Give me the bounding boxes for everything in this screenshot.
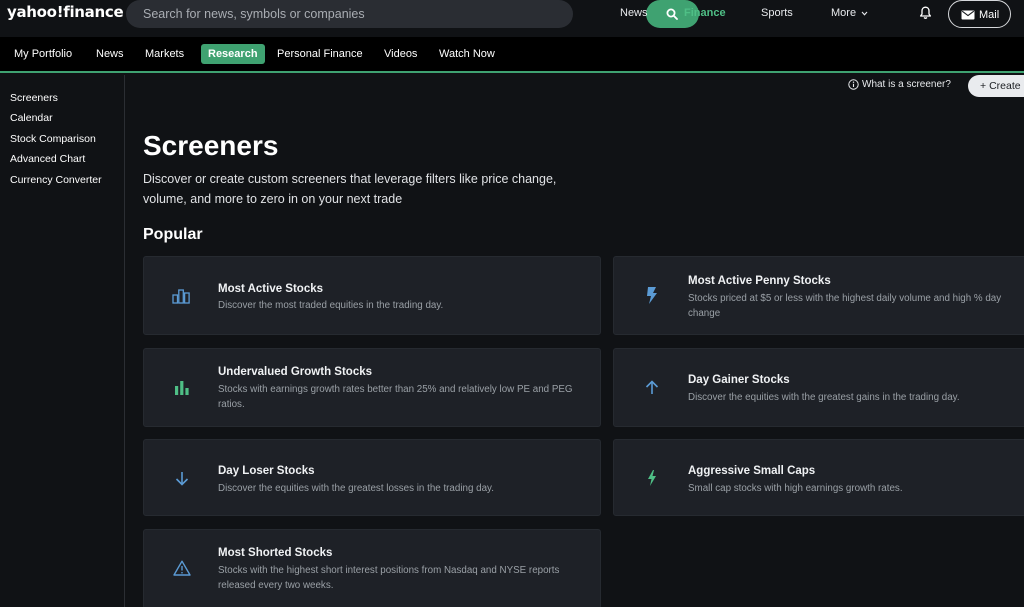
screener-card-undervalued-growth-stocks[interactable]: Undervalued Growth Stocks Stocks with ea… — [143, 348, 601, 427]
topnav-sports[interactable]: Sports — [761, 7, 793, 19]
bell-icon[interactable] — [919, 6, 932, 20]
card-title: Day Loser Stocks — [218, 465, 315, 477]
card-description: Small cap stocks with high earnings grow… — [688, 483, 903, 494]
card-description: Stocks with the highest short interest p… — [218, 565, 560, 591]
subnav-news[interactable]: News — [96, 48, 124, 60]
sidebar-item-advanced-chart[interactable]: Advanced Chart — [10, 153, 85, 165]
page-title: Screeners — [143, 130, 279, 161]
mail-label: Mail — [979, 9, 1000, 21]
sidebar-item-stock-comparison[interactable]: Stock Comparison — [10, 133, 96, 145]
card-description: Discover the equities with the greatest … — [688, 392, 960, 403]
bar-chart-icon — [172, 289, 190, 304]
plus-icon: + — [980, 80, 987, 92]
what-is-a-screener-label: What is a screener? — [862, 79, 951, 90]
card-description: Stocks with earnings growth rates better… — [218, 384, 573, 410]
yahoo-finance-logo[interactable]: yahoo!finance — [7, 3, 124, 21]
arrow-down-icon — [175, 472, 189, 486]
mail-button[interactable]: Mail — [948, 0, 1011, 28]
section-heading-popular: Popular — [143, 226, 203, 243]
subnav-research[interactable]: Research — [201, 44, 265, 64]
search-bar — [126, 0, 699, 28]
warning-triangle-icon — [173, 560, 191, 576]
sidebar-item-screeners[interactable]: Screeners — [10, 92, 58, 104]
card-title: Undervalued Growth Stocks — [218, 366, 373, 378]
page-description: Discover or create custom screeners that… — [143, 172, 557, 206]
subnav-watch-now[interactable]: Watch Now — [439, 48, 495, 60]
lightning-bolt-icon — [647, 287, 657, 304]
card-description: Stocks priced at $5 or less with the hig… — [688, 293, 1002, 319]
subnav-personal-finance[interactable]: Personal Finance — [277, 48, 363, 60]
subnav-my-portfolio[interactable]: My Portfolio — [14, 48, 72, 60]
topnav-more-label: More — [831, 7, 857, 19]
card-title: Day Gainer Stocks — [688, 374, 790, 386]
growth-bars-icon — [175, 381, 189, 395]
card-title: Most Shorted Stocks — [218, 547, 333, 559]
create-text: Create — [989, 80, 1021, 92]
lightning-icon — [648, 470, 656, 486]
subnav-markets[interactable]: Markets — [145, 48, 184, 60]
card-description: Discover the equities with the greatest … — [218, 483, 494, 494]
card-title: Aggressive Small Caps — [688, 465, 816, 477]
card-description: Discover the most traded equities in the… — [218, 300, 444, 311]
screener-card-day-loser-stocks[interactable]: Day Loser Stocks Discover the equities w… — [143, 439, 601, 516]
subnav-videos[interactable]: Videos — [384, 48, 417, 60]
card-title: Most Active Stocks — [218, 283, 324, 295]
arrow-up-icon — [645, 380, 659, 394]
search-input[interactable] — [126, 0, 521, 28]
mail-icon — [961, 10, 975, 20]
info-icon — [848, 79, 859, 90]
create-label: + Create — [980, 80, 1021, 92]
screener-card-day-gainer-stocks[interactable]: Day Gainer Stocks Discover the equities … — [613, 348, 1024, 427]
screener-card-most-active-penny-stocks[interactable]: Most Active Penny Stocks Stocks priced a… — [613, 256, 1024, 335]
sidebar-item-calendar[interactable]: Calendar — [10, 112, 53, 124]
create-screener-button[interactable]: + Create — [968, 75, 1024, 97]
screener-card-most-active-stocks[interactable]: Most Active Stocks Discover the most tra… — [143, 256, 601, 335]
topnav-more[interactable]: More — [831, 7, 868, 19]
top-bar: yahoo!finance News Finance Sports More M… — [0, 0, 1024, 37]
topnav-finance[interactable]: Finance — [684, 7, 726, 19]
screener-card-aggressive-small-caps[interactable]: Aggressive Small Caps Small cap stocks w… — [613, 439, 1024, 516]
sidebar: Screeners Calendar Stock Comparison Adva… — [0, 75, 125, 607]
screener-card-most-shorted-stocks[interactable]: Most Shorted Stocks Stocks with the high… — [143, 529, 601, 607]
topnav-news[interactable]: News — [620, 7, 648, 19]
secondary-nav: My Portfolio News Markets Research Perso… — [0, 37, 1024, 73]
search-icon — [666, 8, 678, 20]
sidebar-item-currency-converter[interactable]: Currency Converter — [10, 174, 102, 186]
chevron-down-icon — [861, 11, 868, 16]
card-title: Most Active Penny Stocks — [688, 275, 831, 287]
